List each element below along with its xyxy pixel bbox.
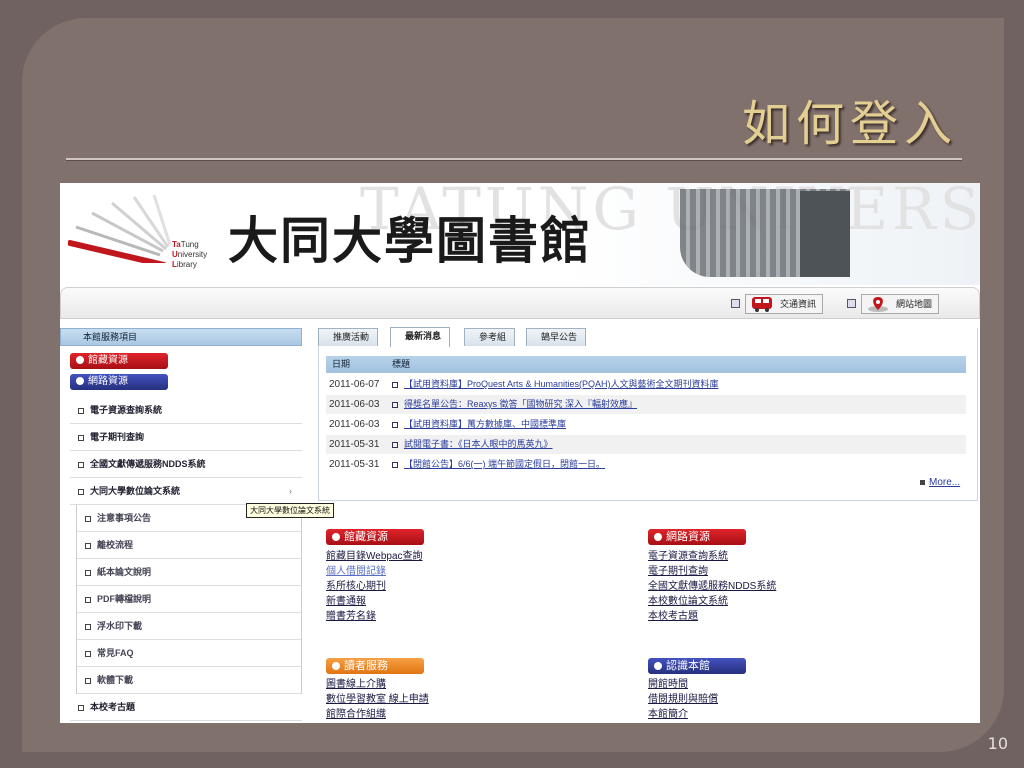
link-borrow-record[interactable]: 個人借閱記錄 xyxy=(326,564,423,579)
chevron-right-icon: › xyxy=(289,486,292,496)
block-header-about[interactable]: 認識本館 xyxy=(648,658,746,674)
news-link[interactable]: 得獎名單公告：Reaxys 徵答「國物研究 深入『輻射效應』 xyxy=(404,395,637,414)
table-row: 2011-05-31 【閉館公告】6/6(一) 端午節國定假日，閉館一日。 xyxy=(326,455,966,474)
link-opening-hours[interactable]: 開館時間 xyxy=(648,677,718,692)
sidebar-menu: 電子資源查詢系統 電子期刊查詢 全國文獻傳遞服務NDDS系統 大同大學數位論文系… xyxy=(70,397,302,721)
library-logo-icon xyxy=(68,194,172,263)
bullet-icon xyxy=(392,422,398,428)
sidebar-subitem-software-download[interactable]: 軟體下載 xyxy=(77,667,301,694)
bullet-icon xyxy=(654,533,662,542)
bullet-icon xyxy=(392,382,398,388)
link-past-exams[interactable]: 本校考古題 xyxy=(648,609,776,624)
bullet-icon xyxy=(78,435,84,441)
news-link[interactable]: 【試用資料庫】萬方數據庫、中國標準庫 xyxy=(404,415,566,434)
tab-latest-news[interactable]: 最新消息 xyxy=(390,327,451,347)
title-divider xyxy=(66,158,962,161)
bullet-icon xyxy=(78,408,84,414)
tooltip: 大同大學數位論文系統 xyxy=(246,503,334,518)
sidebar-category-network[interactable]: 網路資源 xyxy=(70,374,168,390)
bullet-icon xyxy=(78,705,84,711)
bullet-icon xyxy=(85,678,91,684)
bullet-icon xyxy=(85,624,91,630)
table-row: 2011-06-07 【試用資料庫】ProQuest Arts & Humanit… xyxy=(326,375,966,394)
sidebar-header: 本館服務項目 xyxy=(60,328,302,346)
sidebar-category-collection[interactable]: 館藏資源 xyxy=(70,353,168,369)
bullet-icon xyxy=(332,662,340,671)
link-new-books[interactable]: 新書通報 xyxy=(326,594,423,609)
link-ndds[interactable]: 全國文獻傳遞服務NDDS系統 xyxy=(648,579,776,594)
sidebar-subitem-watermark-download[interactable]: 浮水印下載 xyxy=(77,613,301,640)
link-webpac[interactable]: 館藏目錄Webpac查詢 xyxy=(326,549,423,564)
sidebar-subitem-faq[interactable]: 常見FAQ xyxy=(77,640,301,667)
top-navigation-bar: 交通資訊 網站地圖 xyxy=(60,287,980,319)
link-interlibrary[interactable]: 館際合作組織 xyxy=(326,707,429,722)
bullet-icon xyxy=(78,489,84,495)
bus-icon xyxy=(752,297,772,312)
tab-promotions[interactable]: 推廣活動 xyxy=(318,328,379,346)
link-e-resources[interactable]: 電子資源查詢系統 xyxy=(648,549,776,564)
bullet-icon xyxy=(731,299,740,308)
bullet-icon xyxy=(920,479,925,485)
sidebar-subitem-pdf-conversion[interactable]: PDF轉檔說明 xyxy=(77,586,301,613)
link-e-learning-room[interactable]: 數位學習教室 線上申請 xyxy=(326,692,429,707)
bullet-icon xyxy=(78,462,84,468)
sidebar-item-ndds[interactable]: 全國文獻傳遞服務NDDS系統 xyxy=(70,451,302,478)
sidebar-item-e-journals[interactable]: 電子期刊查詢 xyxy=(70,424,302,451)
table-row: 2011-05-31 試閱電子書：《日本人眼中的馬英九》 xyxy=(326,435,966,454)
traffic-info-button[interactable]: 交通資訊 xyxy=(745,294,824,314)
table-row: 2011-06-03 【試用資料庫】萬方數據庫、中國標準庫 xyxy=(326,415,966,434)
library-building-photo-dark xyxy=(800,191,850,277)
tab-notices[interactable]: 鵠早公告 xyxy=(526,328,587,346)
bullet-icon xyxy=(85,570,91,576)
tab-reference[interactable]: 參考組 xyxy=(464,328,516,346)
bullet-icon xyxy=(85,543,91,549)
sidebar: 本館服務項目 館藏資源 網路資源 電子資源查詢系統 電子期刊查詢 全國文獻傳遞服… xyxy=(60,328,302,723)
bullet-icon xyxy=(76,356,84,365)
more-link[interactable]: More... xyxy=(920,477,960,488)
link-thesis-system[interactable]: 本校數位論文系統 xyxy=(648,594,776,609)
table-row: 2011-06-03 得獎名單公告：Reaxys 徵答「國物研究 深入『輻射效應』 xyxy=(326,395,966,414)
block-header-collection[interactable]: 館藏資源 xyxy=(326,529,424,545)
bullet-icon xyxy=(85,651,91,657)
sidebar-subitem-paper-thesis[interactable]: 紙本論文說明 xyxy=(77,559,301,586)
bullet-icon xyxy=(392,442,398,448)
library-name: 大同大學圖書館 xyxy=(228,211,592,270)
sidebar-submenu: 注意事項公告 離校流程 紙本論文說明 PDF轉檔說明 浮水印下載 常見FAQ 軟… xyxy=(76,505,302,694)
website-screenshot: TaTung University Library TATUNG UNIVERS… xyxy=(60,183,980,723)
bullet-icon xyxy=(85,597,91,603)
sidebar-subitem-leaving-process[interactable]: 離校流程 xyxy=(77,532,301,559)
link-donors[interactable]: 贈書芳名錄 xyxy=(326,609,423,624)
bullet-icon xyxy=(392,402,398,408)
slide-title: 如何登入 xyxy=(741,96,958,152)
news-link[interactable]: 【試用資料庫】ProQuest Arts & Humanities(PQAH)人… xyxy=(404,375,719,394)
sidebar-item-e-resources[interactable]: 電子資源查詢系統 xyxy=(70,397,302,424)
collection-links: 館藏目錄Webpac查詢 個人借閱記錄 系所核心期刊 新書通報 贈書芳名錄 xyxy=(326,549,423,624)
link-borrow-rules[interactable]: 借閱規則與賠償 xyxy=(648,692,718,707)
news-link[interactable]: 【閉館公告】6/6(一) 端午節國定假日，閉館一日。 xyxy=(404,455,605,474)
network-links: 電子資源查詢系統 電子期刊查詢 全國文獻傳遞服務NDDS系統 本校數位論文系統 … xyxy=(648,549,776,624)
bullet-icon xyxy=(654,662,662,671)
link-core-journals[interactable]: 系所核心期刊 xyxy=(326,579,423,594)
sidebar-item-past-exams[interactable]: 本校考古題 xyxy=(70,694,302,721)
bullet-icon xyxy=(76,377,84,386)
logo-text: TaTung University Library xyxy=(172,240,208,269)
block-header-reader-services[interactable]: 讀者服務 xyxy=(326,658,424,674)
bullet-icon xyxy=(85,516,91,522)
news-table-header: 日期 標題 xyxy=(326,356,966,373)
bullet-icon xyxy=(332,533,340,542)
library-banner: TaTung University Library TATUNG UNIVERS… xyxy=(60,183,980,285)
sitemap-button[interactable]: 網站地圖 xyxy=(861,294,940,314)
bullet-icon xyxy=(847,299,856,308)
bullet-icon xyxy=(392,462,398,468)
news-link[interactable]: 試閱電子書：《日本人眼中的馬英九》 xyxy=(404,435,553,454)
link-library-intro[interactable]: 本館簡介 xyxy=(648,707,718,722)
reader-links: 圖書線上介購 數位學習教室 線上申請 館際合作組織 xyxy=(326,677,429,722)
about-links: 開館時間 借閱規則與賠償 本館簡介 xyxy=(648,677,718,722)
link-e-journals[interactable]: 電子期刊查詢 xyxy=(648,564,776,579)
link-book-purchase[interactable]: 圖書線上介購 xyxy=(326,677,429,692)
block-header-network[interactable]: 網路資源 xyxy=(648,529,746,545)
sidebar-item-thesis-system[interactable]: 大同大學數位論文系統 › xyxy=(70,478,302,505)
map-pin-icon xyxy=(868,297,888,312)
page-number: 10 xyxy=(987,734,1008,753)
